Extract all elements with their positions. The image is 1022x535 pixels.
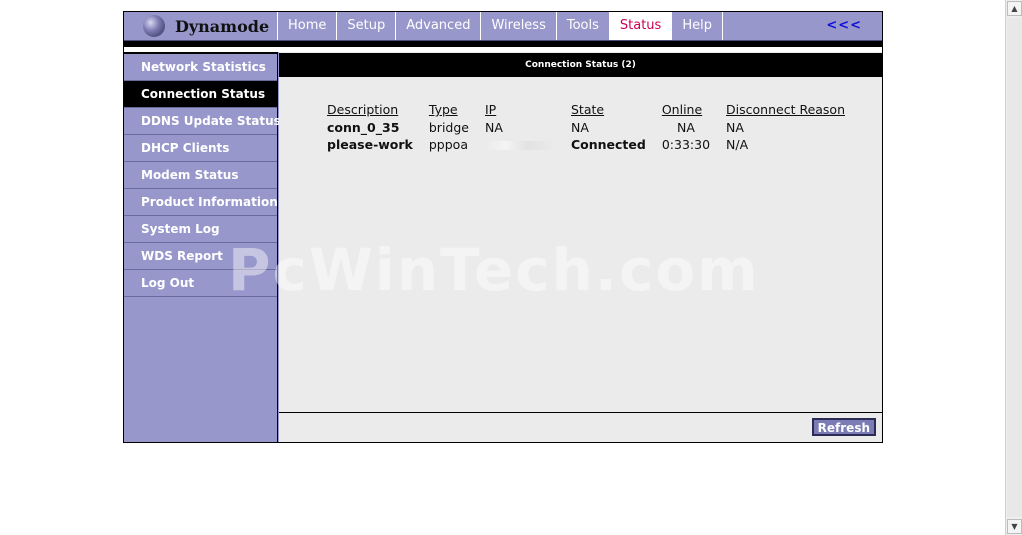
tab-help[interactable]: Help: [672, 12, 723, 40]
brand-name: Dynamode: [175, 17, 270, 36]
column-header-description: Description: [327, 102, 399, 117]
router-admin-frame: Dynamode Home Setup Advanced Wireless To…: [123, 11, 883, 443]
cell-ip: NA: [484, 120, 503, 135]
scroll-down-arrow-icon[interactable]: ▼: [1007, 519, 1022, 534]
sidebar-item-log-out[interactable]: Log Out: [124, 270, 277, 297]
table-header-row: Description Type IP State Online Disconn…: [323, 102, 857, 119]
cell-state: NA: [570, 120, 589, 135]
sidebar-item-connection-status[interactable]: Connection Status: [124, 81, 277, 108]
scrollbar-track[interactable]: [1007, 18, 1022, 517]
main-content: Connection Status (2) Description Type I…: [279, 52, 882, 442]
sidebar-item-dhcp-clients[interactable]: DHCP Clients: [124, 135, 277, 162]
sidebar-item-network-statistics[interactable]: Network Statistics: [124, 54, 277, 81]
tab-wireless[interactable]: Wireless: [481, 12, 557, 40]
connection-table: Description Type IP State Online Disconn…: [323, 102, 857, 153]
vertical-scrollbar[interactable]: ▲ ▼: [1005, 0, 1022, 535]
content-footer: Refresh: [279, 412, 882, 442]
back-link[interactable]: <<<: [826, 12, 862, 40]
column-header-disconnect-reason: Disconnect Reason: [726, 102, 846, 117]
cell-online: 0:33:30: [661, 137, 711, 152]
redacted-ip: [484, 141, 555, 150]
tab-home[interactable]: Home: [278, 12, 338, 40]
cell-disconnect-reason: NA: [726, 120, 744, 135]
sidebar-item-product-information[interactable]: Product Information: [124, 189, 278, 216]
cell-type: pppoa: [428, 137, 468, 152]
cell-state: Connected: [570, 137, 646, 152]
tab-setup[interactable]: Setup: [337, 12, 397, 40]
column-header-online: Online: [661, 102, 703, 117]
cell-description: please-work: [327, 137, 413, 152]
column-header-state: State: [570, 102, 605, 117]
column-header-type: Type: [428, 102, 458, 117]
logo-orb-icon: [143, 15, 165, 37]
sidebar-item-modem-status[interactable]: Modem Status: [124, 162, 277, 189]
table-row: conn_0_35 bridge NA NA NA NA: [323, 119, 857, 136]
refresh-button[interactable]: Refresh: [811, 418, 876, 436]
table-row: please-work pppoa Connected 0:33:30 N/A: [323, 136, 857, 153]
column-header-ip: IP: [484, 102, 497, 117]
cell-type: bridge: [428, 120, 469, 135]
sidebar-item-system-log[interactable]: System Log: [124, 216, 277, 243]
sidebar: Network Statistics Connection Status DDN…: [124, 52, 281, 442]
cell-online: NA: [676, 120, 695, 135]
cell-disconnect-reason: N/A: [726, 137, 749, 152]
tab-tools[interactable]: Tools: [557, 12, 610, 40]
sidebar-item-ddns-update-status[interactable]: DDNS Update Status: [124, 108, 281, 135]
scroll-up-arrow-icon[interactable]: ▲: [1007, 1, 1022, 16]
cell-description: conn_0_35: [327, 120, 400, 135]
page-title: Connection Status (2): [279, 53, 882, 77]
tab-advanced[interactable]: Advanced: [396, 12, 482, 40]
sidebar-item-wds-report[interactable]: WDS Report: [124, 243, 277, 270]
dynamode-logo: Dynamode: [124, 12, 278, 40]
cell-ip: [481, 136, 567, 153]
tab-status[interactable]: Status: [609, 12, 673, 40]
top-navigation: Dynamode Home Setup Advanced Wireless To…: [124, 12, 882, 41]
